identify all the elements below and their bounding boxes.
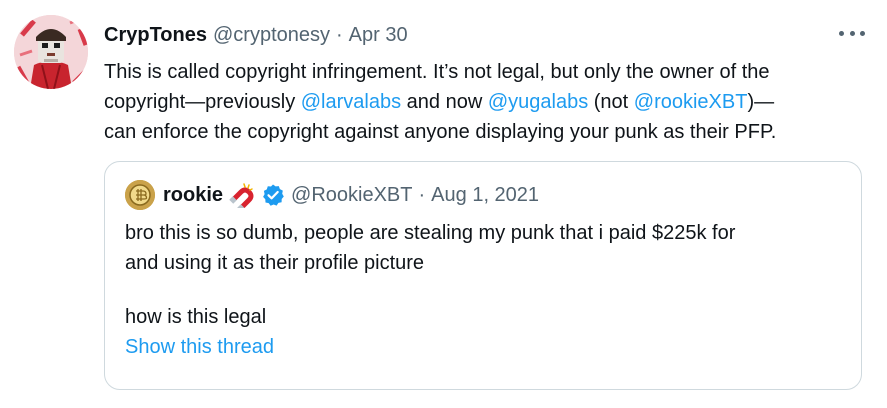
mention-link-larvalabs[interactable]: @larvalabs: [301, 91, 401, 113]
user-handle[interactable]: @cryptonesy: [213, 24, 330, 47]
text-segment: (not: [588, 91, 634, 113]
tweet-text-line: copyright—previously @larvalabs and now …: [104, 87, 874, 117]
quoted-handle[interactable]: @RookieXBT: [291, 184, 412, 207]
quoted-text-line: and using it as their profile picture: [125, 252, 425, 274]
quoted-text: bro this is so dumb, people are stealing…: [125, 218, 845, 362]
mention-link-yugalabs[interactable]: @yugalabs: [488, 91, 588, 113]
tweet-header: CrypTones @cryptonesy · Apr 30: [104, 22, 408, 48]
quoted-tweet[interactable]: rookie @RookieXBT · Aug 1, 2021 bro this…: [104, 161, 862, 390]
avatar-image: [14, 15, 88, 89]
magnet-icon: [229, 182, 255, 212]
dot-separator: ·: [336, 23, 343, 46]
avatar[interactable]: [14, 15, 88, 89]
display-name[interactable]: CrypTones: [104, 24, 207, 47]
tweet[interactable]: CrypTones @cryptonesy · Apr 30 This is c…: [0, 0, 887, 408]
more-horizontal-icon[interactable]: [839, 25, 865, 41]
show-thread-link[interactable]: Show this thread: [125, 332, 845, 362]
quoted-header: rookie @RookieXBT · Aug 1, 2021: [163, 181, 539, 212]
tweet-text: This is called copyright infringement. I…: [104, 57, 874, 147]
text-segment: copyright—previously: [104, 91, 301, 113]
quoted-text-line: how is this legal: [125, 306, 267, 328]
tweet-date[interactable]: Apr 30: [349, 24, 408, 47]
mention-link-rookiexbt[interactable]: @rookieXBT: [634, 91, 748, 113]
text-segment: and now: [401, 91, 488, 113]
more-dot: [860, 30, 865, 36]
quoted-text-line: bro this is so dumb, people are stealing…: [125, 222, 736, 244]
more-dot: [849, 30, 855, 36]
more-dot: [839, 30, 844, 36]
verified-badge-icon: [261, 183, 285, 207]
tweet-text-line: can enforce the copyright against anyone…: [104, 117, 874, 147]
text-segment: )—: [747, 91, 775, 113]
quoted-avatar-image: [125, 180, 155, 210]
dot-separator: ·: [418, 183, 426, 206]
text-segment: This is called copyright infringement. I…: [104, 61, 770, 83]
quoted-display-name[interactable]: rookie: [163, 184, 223, 207]
quoted-date[interactable]: Aug 1, 2021: [431, 184, 539, 207]
quoted-avatar[interactable]: [125, 180, 155, 210]
text-segment: can enforce the copyright against anyone…: [104, 121, 777, 143]
tweet-text-line: This is called copyright infringement. I…: [104, 57, 874, 87]
